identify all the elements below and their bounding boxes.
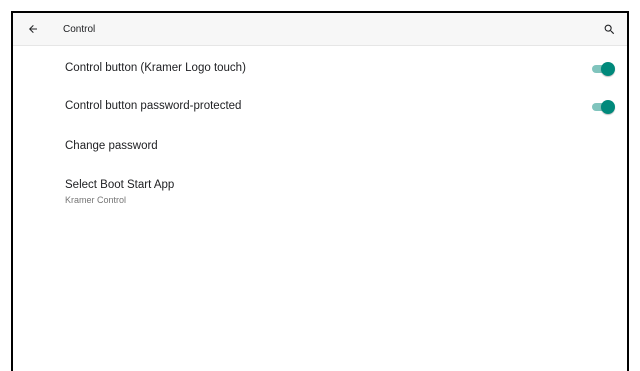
setting-boot-start-app[interactable]: Select Boot Start App Kramer Control xyxy=(13,168,627,212)
switch-thumb xyxy=(601,62,615,76)
search-button[interactable] xyxy=(595,13,623,45)
switch-thumb xyxy=(601,100,615,114)
search-icon xyxy=(604,24,614,34)
back-button[interactable] xyxy=(13,13,53,45)
page-title: Control xyxy=(63,23,96,35)
setting-title: Control button (Kramer Logo touch) xyxy=(65,62,246,74)
setting-password-protected[interactable]: Control button password-protected xyxy=(13,88,627,126)
setting-title: Control button password-protected xyxy=(65,100,242,112)
setting-title: Change password xyxy=(65,140,158,152)
password-protected-toggle[interactable] xyxy=(591,100,615,114)
setting-control-button[interactable]: Control button (Kramer Logo touch) xyxy=(13,50,627,88)
setting-change-password[interactable]: Change password xyxy=(13,128,627,166)
setting-title: Select Boot Start App xyxy=(65,179,175,191)
setting-summary: Kramer Control xyxy=(65,195,127,205)
settings-screen: Control Control button (Kramer Logo touc… xyxy=(11,11,629,371)
app-toolbar: Control xyxy=(13,13,627,46)
control-button-toggle[interactable] xyxy=(591,62,615,76)
arrow-left-icon xyxy=(29,25,37,33)
